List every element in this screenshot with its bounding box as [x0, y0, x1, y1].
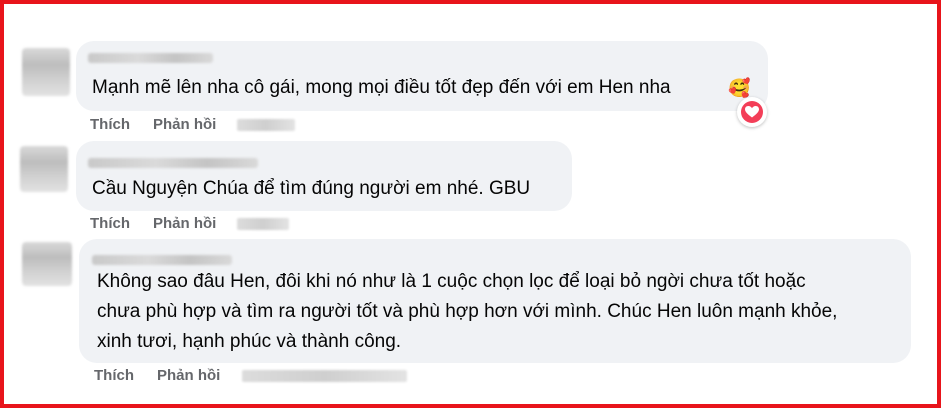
- like-button[interactable]: Thích: [94, 367, 134, 384]
- comment-text: Cầu Nguyện Chúa để tìm đúng người em nhé…: [92, 178, 531, 199]
- avatar[interactable]: [20, 146, 68, 192]
- timestamp-blurred[interactable]: [237, 119, 295, 131]
- like-button[interactable]: Thích: [90, 215, 130, 232]
- commenter-name-blurred[interactable]: [88, 158, 258, 168]
- reply-button[interactable]: Phản hồi: [157, 367, 220, 384]
- commenter-name-blurred[interactable]: [88, 53, 213, 63]
- timestamp-blurred[interactable]: [242, 370, 407, 382]
- avatar[interactable]: [22, 48, 70, 96]
- comment-bubble: Cầu Nguyện Chúa để tìm đúng người em nhé…: [76, 141, 572, 211]
- comment-bubble: Mạnh mẽ lên nha cô gái, mong mọi điều tố…: [76, 41, 768, 111]
- avatar[interactable]: [22, 242, 72, 286]
- timestamp-blurred[interactable]: [237, 218, 289, 230]
- love-icon: [741, 101, 763, 123]
- love-reaction[interactable]: [737, 97, 767, 127]
- reply-button[interactable]: Phản hồi: [153, 116, 216, 133]
- comment-bubble: Không sao đâu Hen, đôi khi nó như là 1 c…: [79, 239, 911, 363]
- commenter-name-blurred[interactable]: [92, 255, 232, 265]
- screenshot-frame: Mạnh mẽ lên nha cô gái, mong mọi điều tố…: [0, 0, 941, 408]
- comment-text: Không sao đâu Hen, đôi khi nó như là 1 c…: [97, 271, 838, 352]
- like-button[interactable]: Thích: [90, 116, 130, 133]
- comment-text: Mạnh mẽ lên nha cô gái, mong mọi điều tố…: [92, 77, 671, 98]
- reply-button[interactable]: Phản hồi: [153, 215, 216, 232]
- smiling-hearts-emoji: 🥰: [728, 78, 751, 98]
